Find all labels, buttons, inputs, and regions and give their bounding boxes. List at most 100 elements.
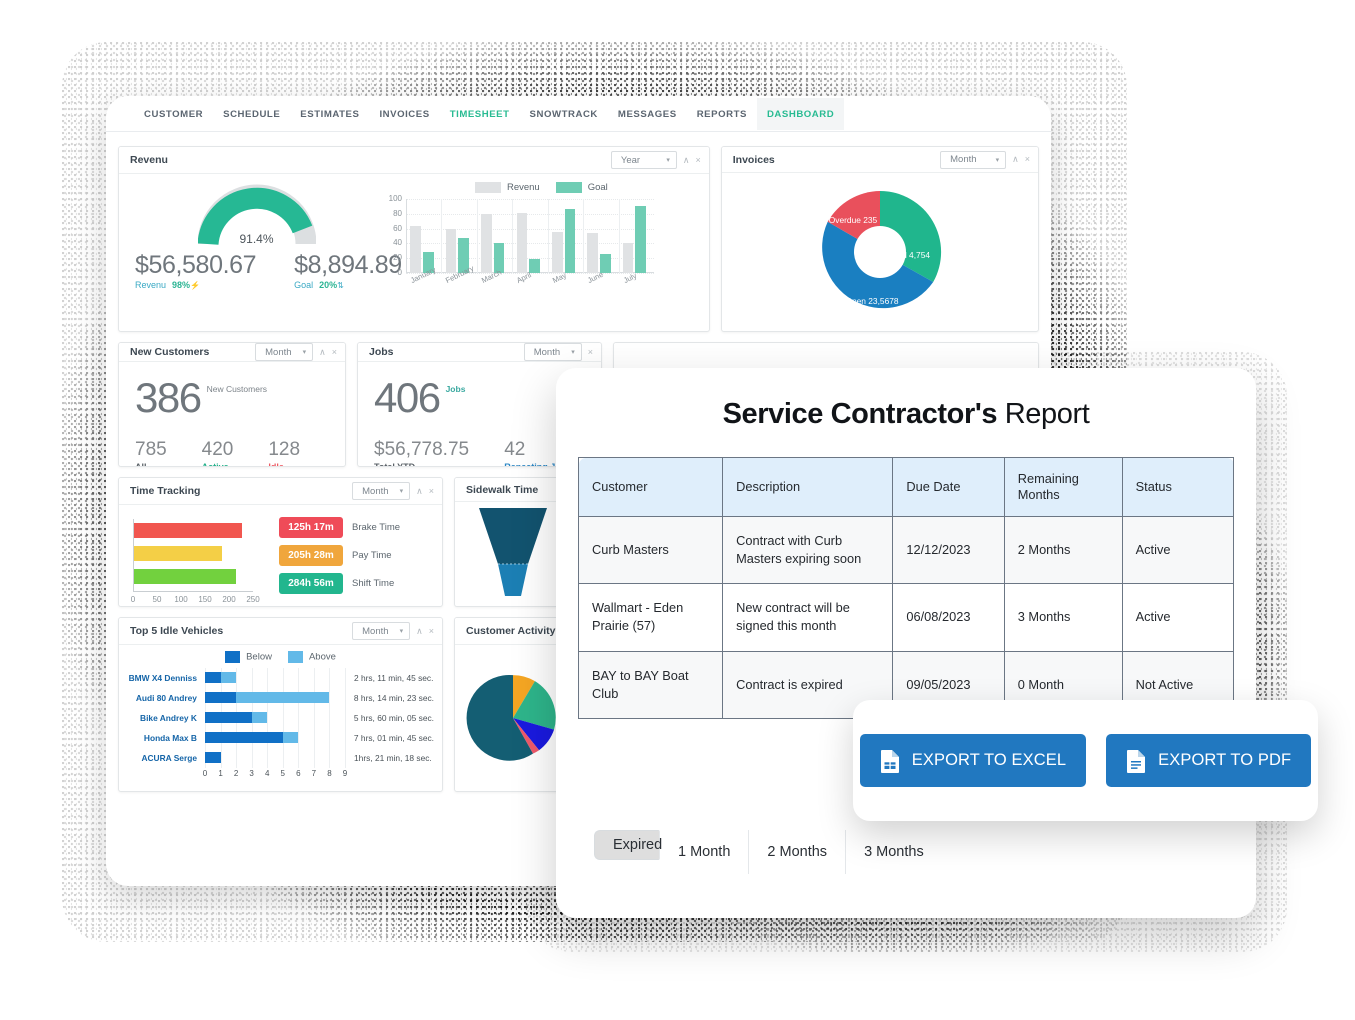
bar-chart-legend: Revenu Goal — [384, 182, 699, 193]
export-to-pdf-button[interactable]: EXPORT TO PDF — [1106, 734, 1312, 787]
collapse-icon[interactable]: ∧ — [1012, 155, 1019, 164]
nav-item-dashboard[interactable]: DASHBOARD — [756, 97, 845, 130]
idle-vehicle-segment — [204, 712, 252, 723]
widget-customer-activity: Customer Activity — [454, 617, 572, 792]
nav-item-customer[interactable]: CUSTOMER — [134, 98, 213, 130]
report-table-body: Curb Masters Contract with Curb Masters e… — [577, 515, 1235, 719]
jobs-value: 406 — [374, 374, 441, 421]
donut-label-overdue: Overdue 235 — [829, 215, 878, 225]
bar-chart-bar — [529, 258, 540, 274]
idle-vehicle-xtick: 4 — [264, 769, 270, 778]
nav-item-invoices[interactable]: INVOICES — [369, 98, 439, 130]
cell-status: Active — [1121, 515, 1235, 585]
cell-remaining-months: 2 Months — [1003, 515, 1123, 585]
close-icon[interactable]: × — [588, 347, 593, 357]
close-icon[interactable]: × — [429, 626, 434, 636]
stat-idle: 128 Idle — [268, 438, 335, 467]
widget-revenu-controls: Year ▾ ∧ × — [610, 151, 701, 169]
tab-2-months[interactable]: 2 Months — [749, 830, 847, 874]
bar-chart-vline — [618, 199, 620, 274]
nav-item-reports[interactable]: REPORTS — [687, 98, 757, 130]
nav-item-estimates[interactable]: ESTIMATES — [290, 98, 369, 130]
widget-new-customers-title: New Customers — [130, 346, 210, 358]
service-contractor-report-card: Service Contractor's Report Customer Des… — [556, 368, 1256, 918]
stat-all-label: All — [135, 461, 147, 467]
col-customer: Customer — [577, 457, 724, 517]
idle-vehicle-track — [205, 668, 346, 688]
pill-brake-value: 125h 17m — [279, 517, 343, 538]
time-tracking-yaxis — [133, 519, 134, 591]
collapse-icon[interactable]: ∧ — [319, 347, 326, 357]
legend-label-above: Above — [308, 651, 336, 663]
close-icon[interactable]: × — [429, 486, 434, 496]
invoices-period-select[interactable]: Month ▾ — [940, 150, 1007, 169]
idle-vehicle-segment — [251, 712, 268, 723]
stat-idle-value: 128 — [268, 438, 301, 460]
tab-expired[interactable]: Expired — [594, 830, 662, 860]
stat-all-value: 785 — [135, 438, 167, 460]
revenu-period-value: Year — [620, 154, 641, 166]
time-tracking-xtick: 200 — [222, 595, 236, 604]
bar-chart-bar — [410, 225, 421, 274]
nav-item-timesheet[interactable]: TIMESHEET — [440, 98, 520, 130]
idle-vehicle-gridline — [236, 668, 238, 688]
pdf-file-icon — [1127, 749, 1146, 773]
stat-idle-label: Idle — [268, 461, 284, 467]
time-tracking-period-select[interactable]: Month ▾ — [352, 482, 411, 500]
export-to-excel-button[interactable]: EXPORT TO EXCEL — [859, 734, 1087, 787]
collapse-icon[interactable]: ∧ — [416, 486, 423, 496]
idle-vehicle-segment — [236, 692, 330, 703]
time-tracking-bar — [133, 546, 223, 561]
time-tracking-xtick: 150 — [198, 595, 212, 604]
idle-vehicles-period-select[interactable]: Month ▾ — [352, 622, 411, 640]
col-due-date: Due Date — [892, 457, 1005, 517]
idle-vehicles-axis: 0 1 2 3 4 5 6 7 8 9 — [203, 768, 347, 780]
stat-active-value: 420 — [201, 438, 234, 460]
nav-item-snowtrack[interactable]: SNOWTRACK — [520, 98, 608, 130]
cell-customer: BAY to BAY Boat Club — [577, 650, 724, 719]
new-customers-value: 386 — [135, 374, 202, 421]
new-customers-stats: 785 All 420 Active 128 Idle — [129, 438, 335, 467]
close-icon[interactable]: × — [332, 347, 337, 357]
new-customers-period-select[interactable]: Month ▾ — [255, 343, 314, 361]
bar-chart-bar — [516, 213, 528, 274]
widget-revenu: Revenu Year ▾ ∧ × 91.4% $56,580.67 Reven… — [118, 146, 710, 332]
chevron-down-icon: ▾ — [571, 349, 575, 356]
kpi-revenu-value: $56,580.67 — [135, 251, 257, 279]
time-tracking-bar — [133, 523, 243, 538]
tab-3-months[interactable]: 3 Months — [846, 830, 942, 874]
bar-chart-ytick: 20 — [393, 253, 402, 263]
bar-chart-vline — [547, 199, 549, 274]
jobs-period-select[interactable]: Month ▾ — [523, 343, 582, 361]
time-tracking-xtick: 50 — [152, 595, 162, 604]
bar-chart-bar — [481, 213, 492, 274]
widget-time-tracking-header: Time Tracking Month ▾ ∧ × — [119, 478, 442, 505]
widget-new-customers-header: New Customers Month ▾ ∧ × — [119, 343, 345, 362]
idle-vehicle-segment — [205, 752, 221, 763]
widget-new-customers-controls: Month ▾ ∧ × — [255, 343, 337, 361]
collapse-icon[interactable]: ∧ — [683, 155, 690, 165]
widget-row-1: Revenu Year ▾ ∧ × 91.4% $56,580.67 Reven… — [118, 146, 1039, 332]
widget-sidewalk-time-body — [455, 502, 571, 606]
widget-revenu-title: Revenu — [130, 154, 168, 166]
collapse-icon[interactable]: ∧ — [416, 626, 423, 636]
idle-vehicles-legend: Below Above — [127, 651, 434, 663]
widget-customer-activity-header: Customer Activity — [455, 618, 571, 645]
stat-all: 785 All — [135, 438, 202, 467]
col-remaining-months-text: Remaining Months — [1017, 471, 1079, 502]
revenu-kpis: $56,580.67 Revenu 98%⚡ $8,894.89 Goal 20%⇅ — [129, 251, 402, 291]
idle-vehicle-gridline — [267, 708, 269, 728]
tab-1-month[interactable]: 1 Month — [660, 830, 750, 874]
widget-new-customers-body: 386 New Customers 785 All 420 Active 128… — [119, 362, 345, 467]
nav-item-messages[interactable]: MESSAGES — [608, 98, 687, 130]
cell-description: New contract will be signed this month — [722, 583, 894, 652]
close-icon[interactable]: × — [1025, 155, 1030, 164]
bar-chart-ytick: 60 — [393, 223, 402, 233]
idle-vehicle-row: Honda Max B 7 hrs, 01 min, 45 sec. — [127, 728, 434, 748]
revenu-period-select[interactable]: Year ▾ — [610, 151, 677, 169]
bar-chart-bar — [622, 243, 634, 274]
nav-item-schedule[interactable]: SCHEDULE — [213, 98, 290, 130]
time-tracking-xtick: 250 — [246, 595, 260, 604]
close-icon[interactable]: × — [695, 155, 700, 165]
time-tracking-xtick: 100 — [174, 595, 188, 604]
